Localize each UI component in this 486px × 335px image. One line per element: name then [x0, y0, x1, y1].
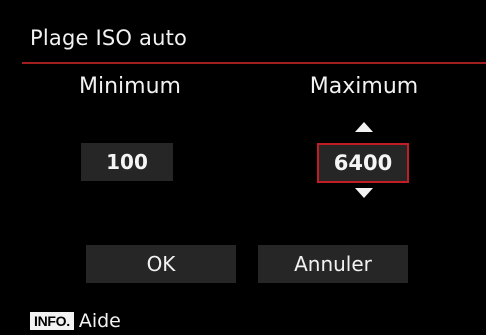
minimum-label: Minimum	[79, 74, 181, 99]
arrow-down-icon[interactable]	[355, 188, 373, 198]
title-divider	[22, 62, 486, 64]
maximum-value[interactable]: 6400	[317, 143, 409, 183]
arrow-up-icon[interactable]	[355, 122, 373, 132]
info-button-badge: INFO.	[30, 312, 74, 330]
minimum-value[interactable]: 100	[81, 143, 173, 181]
ok-button[interactable]: OK	[86, 245, 236, 283]
screen-title: Plage ISO auto	[30, 26, 188, 50]
help-label: Aide	[78, 310, 121, 332]
cancel-button[interactable]: Annuler	[258, 245, 408, 283]
maximum-label: Maximum	[309, 74, 419, 99]
help-hint[interactable]: INFO. Aide	[30, 310, 121, 332]
